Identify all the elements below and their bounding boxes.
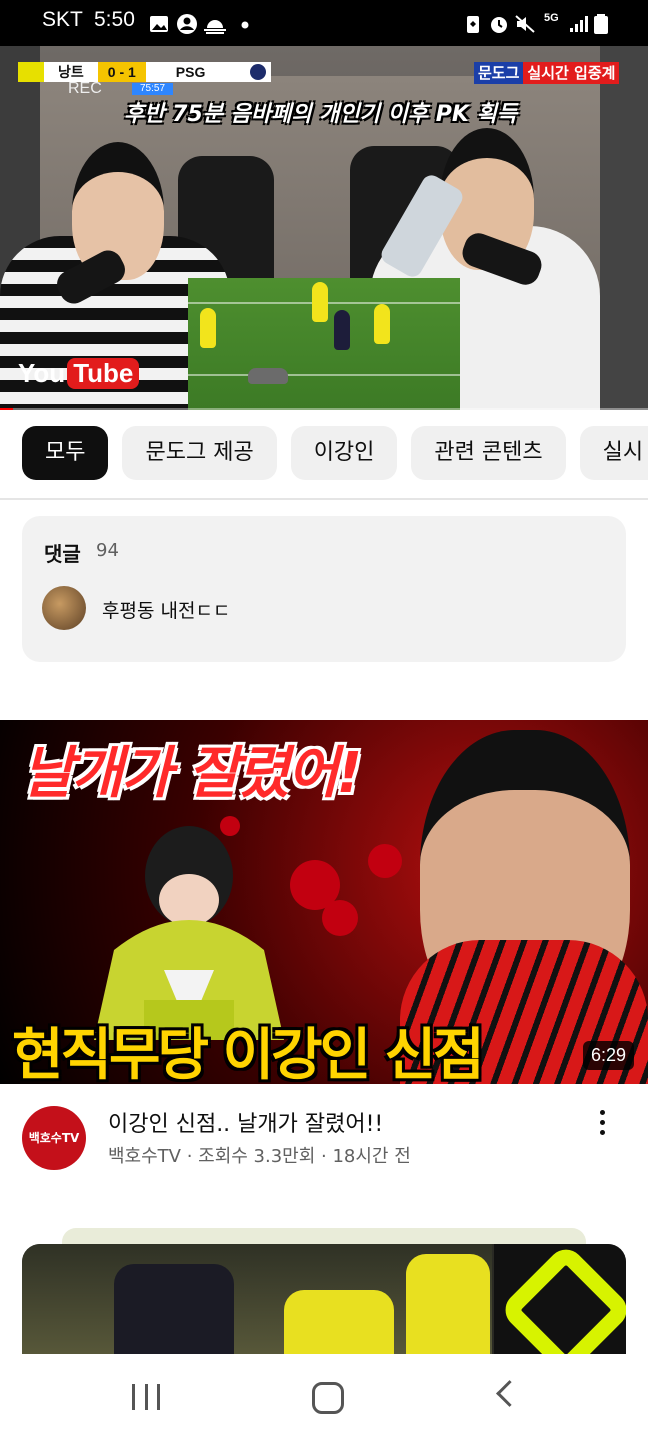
video-duration: 6:29 <box>582 1041 634 1070</box>
player-figure <box>334 310 350 350</box>
progress-bar[interactable] <box>0 408 648 410</box>
progress-fill <box>0 408 13 410</box>
match-clock: 75:57 <box>132 83 174 95</box>
league-logo <box>494 1244 626 1364</box>
gallery-icon <box>150 16 168 32</box>
next-video-thumbnail[interactable] <box>22 1244 626 1364</box>
comments-title: 댓글 <box>44 542 81 566</box>
chip-live[interactable]: 실시 <box>579 426 648 480</box>
top-comment-text: 후평동 내전ㄷㄷ <box>102 600 231 622</box>
system-nav-bar <box>0 1354 648 1440</box>
blood-splatter <box>220 816 240 836</box>
blood-splatter <box>368 844 402 878</box>
commenter-avatar <box>42 586 86 630</box>
rec-label: REC <box>68 80 102 97</box>
player-figure <box>284 1290 394 1364</box>
chip-provided-by-channel[interactable]: 문도그 제공 <box>122 426 277 480</box>
player-figure <box>406 1254 490 1364</box>
live-label: 실시간 입중계 <box>523 62 620 84</box>
player-figure <box>200 308 216 348</box>
network-type-label: 5G <box>544 12 559 24</box>
alarm-icon <box>491 17 507 33</box>
comments-panel[interactable]: 댓글 94 후평동 내전ㄷㄷ <box>22 516 626 662</box>
score: 0 - 1 <box>97 62 146 82</box>
player-figure <box>114 1264 234 1364</box>
background-wall <box>600 46 648 410</box>
blurred-logo <box>248 368 288 384</box>
video-thumbnail[interactable]: 날개가 잘렸어! 현직무당 이강인 신점 6:29 <box>0 720 648 1084</box>
score-bug: 낭트 0 - 1 PSG <box>18 62 272 82</box>
recents-icon[interactable] <box>132 1384 160 1410</box>
video-subtitle: 백호수TV · 조회수 3.3만회 · 18시간 전 <box>108 1146 411 1167</box>
status-bar: SKT 5:50 5G <box>0 0 648 46</box>
thumbnail-headline: 날개가 잘렸어! <box>22 741 362 806</box>
video-caption: 후반 75분 음바페의 개인기 이후 PK 획득 <box>124 102 518 127</box>
blood-splatter <box>322 900 358 936</box>
chip-all[interactable]: 모두 <box>22 426 109 480</box>
comments-count: 94 <box>96 540 119 561</box>
notification-dot-icon <box>241 21 249 29</box>
channel-badge: 문도그 <box>474 62 524 84</box>
away-crest-icon <box>245 62 272 82</box>
carrier-label: SKT <box>42 8 83 31</box>
more-options-icon[interactable] <box>594 1108 610 1140</box>
channel-avatar[interactable]: 백호수TV <box>22 1106 86 1170</box>
filter-chips: 모두 문도그 제공 이강인 관련 콘텐츠 실시 <box>22 426 648 480</box>
thumbnail-subline: 현직무당 이강인 신점 <box>12 1023 485 1084</box>
player-figure <box>312 282 328 322</box>
thumbnail-shaman-figure <box>94 826 284 1040</box>
home-team: 낭트 <box>44 62 98 82</box>
youtube-logo: You Tube <box>18 358 140 389</box>
live-badge: 문도그 실시간 입중계 <box>474 62 620 84</box>
battery-icon <box>594 14 608 34</box>
away-team: PSG <box>145 62 246 82</box>
sunrise-icon <box>204 20 226 34</box>
divider <box>0 498 648 500</box>
video-player[interactable]: 낭트 0 - 1 PSG REC 75:57 후반 75분 음바페의 개인기 이… <box>0 46 648 410</box>
battery-saver-icon <box>467 16 479 33</box>
status-time: 5:50 <box>94 8 135 31</box>
chip-lee-kangin[interactable]: 이강인 <box>290 426 398 480</box>
match-footage-inset <box>188 278 460 410</box>
back-icon[interactable] <box>496 1380 523 1407</box>
mute-icon <box>515 15 535 33</box>
account-icon <box>177 14 197 34</box>
home-crest-icon <box>18 62 44 82</box>
video-meta: 백호수TV 이강인 신점.. 날개가 잘렸어!! 백호수TV · 조회수 3.3… <box>0 1084 648 1204</box>
player-figure <box>374 304 390 344</box>
video-title[interactable]: 이강인 신점.. 날개가 잘렸어!! <box>108 1106 383 1138</box>
chip-related-content[interactable]: 관련 콘텐츠 <box>411 426 566 480</box>
signal-icon <box>570 16 588 32</box>
home-icon[interactable] <box>312 1382 344 1414</box>
